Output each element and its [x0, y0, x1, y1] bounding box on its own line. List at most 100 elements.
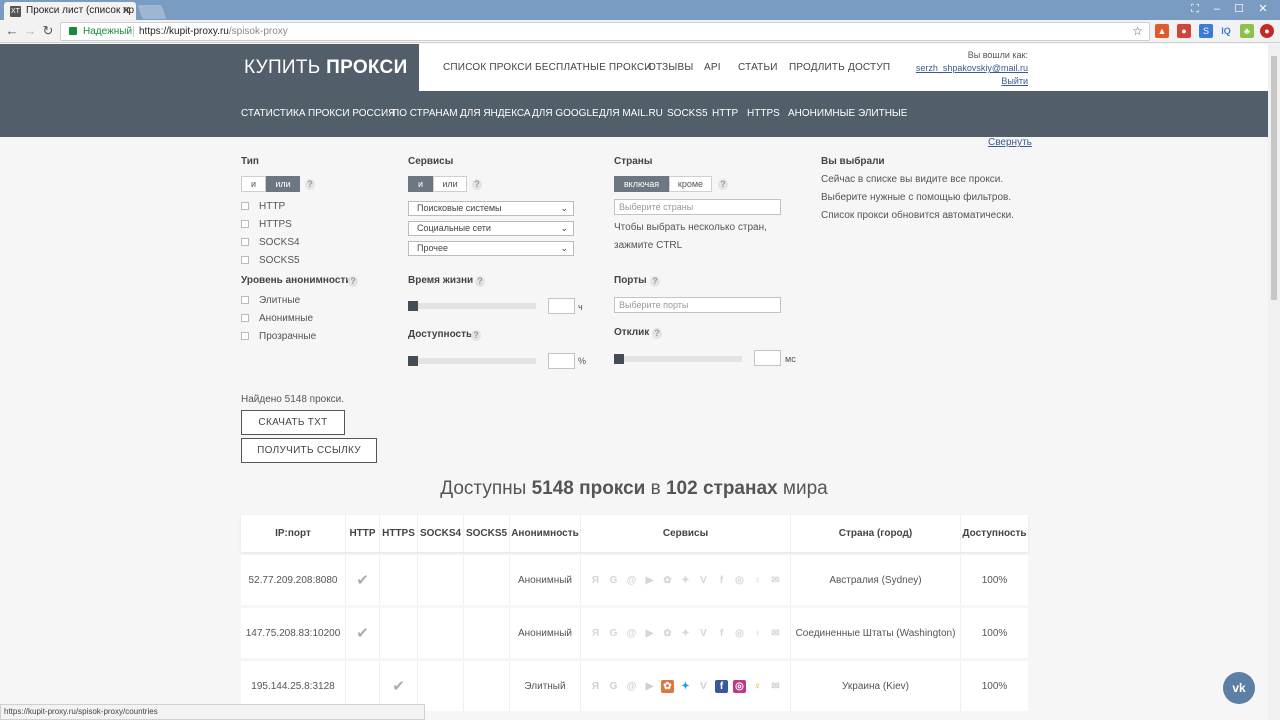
chevron-down-icon: ⌄ — [560, 243, 568, 253]
col-http[interactable]: HTTP — [346, 515, 380, 552]
back-arrow-icon[interactable]: ← — [4, 23, 20, 39]
facebook-icon: f — [719, 574, 724, 586]
extension-red-icon[interactable]: ● — [1260, 24, 1274, 38]
col-socks5[interactable]: SOCKS5 — [464, 515, 510, 552]
subnav-mailru[interactable]: ДЛЯ MAIL.RU — [599, 108, 663, 119]
close-tab-icon[interactable]: ✕ — [122, 2, 131, 20]
countries-help-icon[interactable]: ? — [718, 179, 728, 190]
subnav-russia[interactable]: ПРОКСИ РОССИЯ — [308, 108, 395, 119]
countries-except-toggle[interactable]: кроме — [669, 176, 712, 192]
vk-icon: V — [700, 574, 707, 586]
search-engines-select[interactable]: Поисковые системы ⌄ — [408, 201, 574, 216]
extension-leaf-icon[interactable]: ♣ — [1240, 24, 1254, 38]
user-email-link[interactable]: serzh_shpakovskiy@mail.ru — [916, 62, 1028, 75]
col-availability[interactable]: Доступность — [961, 515, 1028, 552]
topnav-articles[interactable]: СТАТЬИ — [738, 62, 778, 73]
services-and-toggle[interactable]: и — [408, 176, 433, 192]
found-count: Найдено 5148 прокси. — [241, 394, 345, 405]
ports-help-icon[interactable]: ? — [650, 276, 660, 287]
browser-toolbar: ← → ↻ Надежный https://kupit-proxy.ru/sp… — [0, 20, 1280, 43]
subnav-google[interactable]: ДЛЯ GOOGLE — [532, 108, 599, 119]
response-label: Отклик — [614, 327, 650, 338]
table-row[interactable]: 52.77.209.208:8080 ✔ Анонимный Я G @ ▶ ✿ ✦ Vf ◎ ♀ ✉ А… — [241, 555, 1028, 605]
subnav-anonymous[interactable]: АНОНИМНЫЕ — [788, 108, 855, 119]
type-and-toggle[interactable]: и — [241, 176, 266, 192]
lifetime-help-icon[interactable]: ? — [475, 276, 485, 287]
lifetime-slider[interactable] — [408, 303, 536, 309]
cell-country: Соединенные Штаты (Washington) — [791, 608, 961, 658]
col-country[interactable]: Страна (город) — [791, 515, 961, 552]
bookmark-star-icon[interactable]: ☆ — [1132, 23, 1143, 40]
topnav-extend-access[interactable]: ПРОДЛИТЬ ДОСТУП — [789, 62, 890, 73]
lifetime-slider-handle[interactable] — [408, 301, 418, 311]
other-services-select[interactable]: Прочее ⌄ — [408, 241, 574, 256]
response-input[interactable] — [754, 350, 781, 366]
new-tab-button[interactable] — [137, 5, 167, 19]
address-bar[interactable]: Надежный https://kupit-proxy.ru/spisok-p… — [60, 22, 1150, 41]
topnav-free-proxies[interactable]: БЕСПЛАТНЫЕ ПРОКСИ — [535, 62, 652, 73]
type-or-toggle[interactable]: или — [266, 176, 300, 192]
availability-input[interactable] — [548, 353, 575, 369]
cell-country: Украина (Kiev) — [791, 661, 961, 711]
get-link-button[interactable]: ПОЛУЧИТЬ ССЫЛКУ — [241, 438, 377, 463]
response-slider[interactable] — [614, 356, 742, 362]
cell-services: Я G @ ▶ ✿ ✦ Vf ◎ ♀ ✉ — [581, 608, 791, 658]
countries-input[interactable]: Выберите страны — [614, 199, 781, 215]
extension-s-icon[interactable]: S — [1199, 24, 1213, 38]
availability-slider-handle[interactable] — [408, 356, 418, 366]
close-window-icon[interactable]: ✕ — [1252, 1, 1274, 17]
anonymity-help-icon[interactable]: ? — [348, 276, 358, 287]
social-networks-select[interactable]: Социальные сети ⌄ — [408, 221, 574, 236]
extension-proxy-icon[interactable]: ▲ — [1155, 24, 1169, 38]
subnav-http[interactable]: HTTP — [712, 108, 738, 119]
topnav-proxy-list[interactable]: СПИСОК ПРОКСИ — [443, 62, 532, 73]
availability-unit: % — [578, 356, 587, 366]
scrollbar-thumb[interactable] — [1271, 56, 1277, 300]
extension-iq-icon[interactable]: IQ — [1219, 24, 1233, 38]
type-help-icon[interactable]: ? — [305, 179, 315, 190]
site-logo[interactable]: КУПИТЬ ПРОКСИ — [244, 57, 408, 79]
cell-socks4 — [418, 555, 464, 605]
vk-widget-button[interactable]: vk — [1223, 672, 1255, 704]
response-slider-handle[interactable] — [614, 354, 624, 364]
subnav-by-country[interactable]: ПО СТРАНАМ — [392, 108, 458, 119]
response-help-icon[interactable]: ? — [652, 328, 662, 339]
col-socks4[interactable]: SOCKS4 — [418, 515, 464, 552]
ports-input[interactable]: Выберите порты — [614, 297, 781, 313]
col-https[interactable]: HTTPS — [380, 515, 418, 552]
services-label: Сервисы — [408, 156, 454, 167]
topnav-reviews[interactable]: ОТЗЫВЫ — [648, 62, 693, 73]
availability-help-icon[interactable]: ? — [471, 330, 481, 341]
col-anonymity[interactable]: Анонимность — [510, 515, 581, 552]
reload-icon[interactable]: ↻ — [40, 23, 56, 39]
cell-availability: 100% — [981, 627, 1008, 639]
vk-icon: V — [700, 627, 707, 639]
topnav-api[interactable]: API — [704, 62, 721, 73]
maximize-icon[interactable]: ☐ — [1228, 1, 1250, 17]
availability-slider[interactable] — [408, 358, 536, 364]
collapse-filters-link[interactable]: Свернуть — [988, 137, 1032, 148]
minimize-icon[interactable]: – — [1206, 1, 1228, 17]
yandex-icon: Я — [591, 574, 600, 586]
subnav-https[interactable]: HTTPS — [747, 108, 780, 119]
logout-link[interactable]: Выйти — [916, 75, 1028, 88]
page-scrollbar[interactable] — [1268, 44, 1280, 720]
subnav-elite[interactable]: ЭЛИТНЫЕ — [858, 108, 907, 119]
forward-arrow-icon[interactable]: → — [22, 23, 38, 39]
table-row[interactable]: 147.75.208.83:10200 ✔ Анонимный Я G @ ▶ ✿ ✦ Vf ◎ ♀ ✉… — [241, 608, 1028, 658]
subnav-socks5[interactable]: SOCKS5 — [667, 108, 708, 119]
table-header-row: IP:порт HTTP HTTPS SOCKS4 SOCKS5 Анонимн… — [241, 515, 1028, 552]
lifetime-input[interactable] — [548, 298, 575, 314]
col-ip[interactable]: IP:порт — [241, 515, 346, 552]
status-bar-url: https://kupit-proxy.ru/spisok-proxy/coun… — [0, 704, 425, 720]
services-or-toggle[interactable]: или — [433, 176, 467, 192]
extension-block-icon[interactable]: ● — [1177, 24, 1191, 38]
services-help-icon[interactable]: ? — [472, 179, 482, 190]
cell-socks5 — [464, 661, 510, 711]
subnav-statistics[interactable]: СТАТИСТИКА — [241, 108, 306, 119]
browser-tab[interactable]: XT Прокси лист (список пр ✕ — [4, 2, 136, 20]
profile-icon[interactable]: ⛶ — [1184, 1, 1206, 17]
countries-include-toggle[interactable]: включая — [614, 176, 669, 192]
download-txt-button[interactable]: СКАЧАТЬ TXT — [241, 410, 345, 435]
subnav-yandex[interactable]: ДЛЯ ЯНДЕКСА — [460, 108, 531, 119]
